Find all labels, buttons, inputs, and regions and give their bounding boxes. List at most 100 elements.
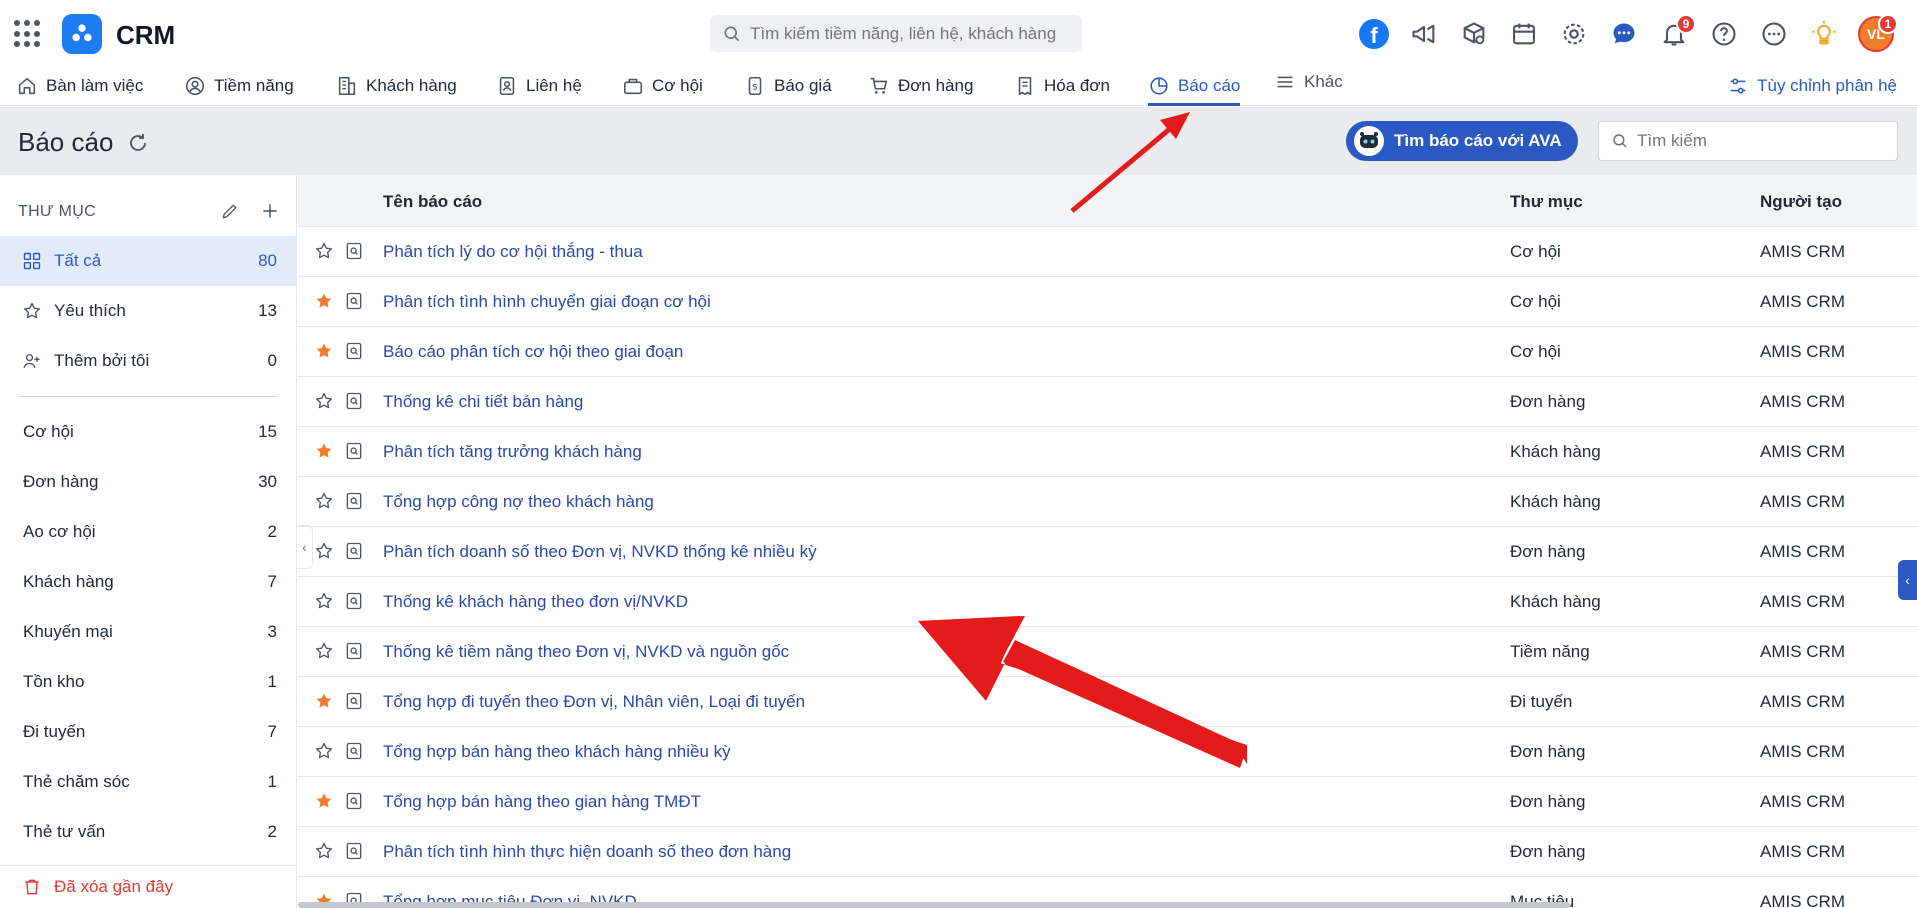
report-preview-icon[interactable]: [344, 641, 364, 661]
user-avatar[interactable]: VL 1: [1858, 14, 1898, 52]
sidebar-folder[interactable]: Thẻ chăm sóc 1: [0, 757, 297, 807]
report-preview-icon[interactable]: [344, 741, 364, 761]
column-header-folder[interactable]: Thư mục: [1510, 192, 1583, 212]
report-preview-icon[interactable]: [344, 391, 364, 411]
lightbulb-icon[interactable]: [1808, 18, 1840, 50]
table-row[interactable]: Tổng hợp bán hàng theo khách hàng nhiều …: [298, 727, 1917, 777]
ava-search-button[interactable]: Tìm báo cáo với AVA: [1346, 121, 1578, 161]
nav-item-orders[interactable]: Đơn hàng: [868, 66, 973, 106]
report-name-link[interactable]: Phân tích tăng trưởng khách hàng: [383, 442, 642, 462]
report-name-link[interactable]: Thống kê khách hàng theo đơn vị/NVKD: [383, 592, 688, 612]
report-preview-icon[interactable]: [344, 341, 364, 361]
report-name-link[interactable]: Tổng hợp bán hàng theo khách hàng nhiều …: [383, 742, 731, 762]
global-search[interactable]: [710, 15, 1082, 52]
sidebar-folder[interactable]: Cơ hội 15: [0, 407, 297, 457]
nav-item-customers[interactable]: Khách hàng: [336, 66, 457, 106]
horizontal-scrollbar[interactable]: [298, 902, 1570, 908]
column-header-creator[interactable]: Người tạo: [1760, 192, 1842, 212]
package-search-icon[interactable]: [1458, 18, 1490, 50]
table-row[interactable]: Phân tích doanh số theo Đơn vị, NVKD thố…: [298, 527, 1917, 577]
report-preview-icon[interactable]: [344, 291, 364, 311]
star-outline-icon[interactable]: [314, 841, 334, 861]
sidebar-folder[interactable]: Khách hàng 7: [0, 557, 297, 607]
report-preview-icon[interactable]: [344, 691, 364, 711]
table-row[interactable]: Thống kê tiềm năng theo Đơn vị, NVKD và …: [298, 627, 1917, 677]
app-launcher-icon[interactable]: [14, 20, 42, 48]
table-row[interactable]: Phân tích tình hình chuyển giai đoạn cơ …: [298, 277, 1917, 327]
customize-modules-link[interactable]: Tùy chỉnh phân hệ: [1727, 66, 1897, 106]
star-outline-icon[interactable]: [314, 741, 334, 761]
table-row[interactable]: Thống kê chi tiết bán hàng Đơn hàng AMIS C…: [298, 377, 1917, 427]
star-filled-icon[interactable]: [314, 691, 334, 711]
report-preview-icon[interactable]: [344, 491, 364, 511]
report-name-link[interactable]: Tổng hợp công nợ theo khách hàng: [383, 492, 654, 512]
report-name-link[interactable]: Tổng hợp bán hàng theo gian hàng TMĐT: [383, 792, 701, 812]
star-filled-icon[interactable]: [314, 441, 334, 461]
global-search-input[interactable]: [750, 23, 1070, 44]
nav-item-reports[interactable]: Báo cáo: [1148, 66, 1241, 106]
table-row[interactable]: Thống kê khách hàng theo đơn vị/NVKD Khác…: [298, 577, 1917, 627]
report-name-link[interactable]: Phân tích tình hình chuyển giai đoạn cơ …: [383, 292, 711, 312]
star-outline-icon[interactable]: [314, 491, 334, 511]
table-row[interactable]: Tổng hợp đi tuyến theo Đơn vị, Nhân viên…: [298, 677, 1917, 727]
report-preview-icon[interactable]: [344, 541, 364, 561]
recently-deleted-link[interactable]: Đã xóa gần đây: [0, 865, 297, 908]
calendar-icon[interactable]: [1508, 18, 1540, 50]
star-outline-icon[interactable]: [314, 391, 334, 411]
report-name-link[interactable]: Tổng hợp đi tuyến theo Đơn vị, Nhân viên…: [383, 692, 805, 712]
sidebar-folder[interactable]: Đi tuyến 7: [0, 707, 297, 757]
report-preview-icon[interactable]: [344, 841, 364, 861]
star-filled-icon[interactable]: [314, 291, 334, 311]
report-name-link[interactable]: Báo cáo phân tích cơ hội theo giai đoạn: [383, 342, 683, 362]
star-outline-icon[interactable]: [314, 591, 334, 611]
star-outline-icon[interactable]: [314, 641, 334, 661]
nav-item-opportunities[interactable]: Cơ hội: [622, 66, 703, 106]
report-name-link[interactable]: Phân tích tình hình thực hiện doanh số t…: [383, 842, 791, 862]
megaphone-icon[interactable]: [1408, 18, 1440, 50]
star-filled-icon[interactable]: [314, 791, 334, 811]
table-row[interactable]: Tổng hợp bán hàng theo gian hàng TMĐT Đơn…: [298, 777, 1917, 827]
pencil-icon[interactable]: [220, 201, 240, 221]
refresh-icon[interactable]: [126, 131, 150, 155]
sidebar-folder[interactable]: Khuyến mại 3: [0, 607, 297, 657]
table-row[interactable]: Tổng hợp công nợ theo khách hàng Khách hà…: [298, 477, 1917, 527]
plus-icon[interactable]: [260, 201, 280, 221]
sidebar-folder[interactable]: Tồn kho 1: [0, 657, 297, 707]
nav-item-contacts[interactable]: Liên hệ: [496, 66, 582, 106]
gear-icon[interactable]: [1558, 18, 1590, 50]
sidebar-item-added-by-me[interactable]: Thêm bởi tôi 0: [0, 336, 297, 386]
sidebar-folder[interactable]: Đơn hàng 30: [0, 457, 297, 507]
report-preview-icon[interactable]: [344, 441, 364, 461]
help-icon[interactable]: [1708, 18, 1740, 50]
sidebar-folder[interactable]: Thẻ tư vấn 2: [0, 807, 297, 857]
crm-logo[interactable]: [62, 14, 102, 54]
report-preview-icon[interactable]: [344, 241, 364, 261]
column-header-name[interactable]: Tên báo cáo: [383, 192, 482, 212]
more-dots-icon[interactable]: [1758, 18, 1790, 50]
report-name-link[interactable]: Thống kê chi tiết bán hàng: [383, 392, 583, 412]
star-outline-icon[interactable]: [314, 241, 334, 261]
table-row[interactable]: Phân tích lý do cơ hội thắng - thua Cơ hộ…: [298, 227, 1917, 277]
chat-icon[interactable]: [1608, 18, 1640, 50]
sidebar-item-favorites[interactable]: Yêu thích 13: [0, 286, 297, 336]
nav-item-quotes[interactable]: $ Báo giá: [744, 66, 832, 106]
report-preview-icon[interactable]: [344, 791, 364, 811]
star-filled-icon[interactable]: [314, 341, 334, 361]
report-search[interactable]: [1598, 121, 1898, 161]
table-row[interactable]: Phân tích tình hình thực hiện doanh số t…: [298, 827, 1917, 877]
nav-item-invoices[interactable]: Hóa đơn: [1014, 66, 1110, 106]
report-search-input[interactable]: [1637, 131, 1887, 151]
nav-item-more[interactable]: Khác: [1274, 62, 1343, 102]
report-name-link[interactable]: Thống kê tiềm năng theo Đơn vị, NVKD và …: [383, 642, 789, 662]
sidebar-item-all[interactable]: Tất cả 80: [0, 236, 297, 286]
report-name-link[interactable]: Phân tích lý do cơ hội thắng - thua: [383, 242, 643, 262]
table-row[interactable]: Phân tích tăng trưởng khách hàng Khách hà…: [298, 427, 1917, 477]
nav-item-workspace[interactable]: Bàn làm việc: [16, 66, 143, 106]
sidebar-folder[interactable]: Ao cơ hội 2: [0, 507, 297, 557]
facebook-icon[interactable]: f: [1358, 18, 1390, 50]
star-outline-icon[interactable]: [314, 541, 334, 561]
bell-icon[interactable]: 9: [1658, 14, 1696, 50]
nav-item-leads[interactable]: Tiềm năng: [184, 66, 294, 106]
table-row[interactable]: Báo cáo phân tích cơ hội theo giai đoạn C…: [298, 327, 1917, 377]
report-preview-icon[interactable]: [344, 591, 364, 611]
